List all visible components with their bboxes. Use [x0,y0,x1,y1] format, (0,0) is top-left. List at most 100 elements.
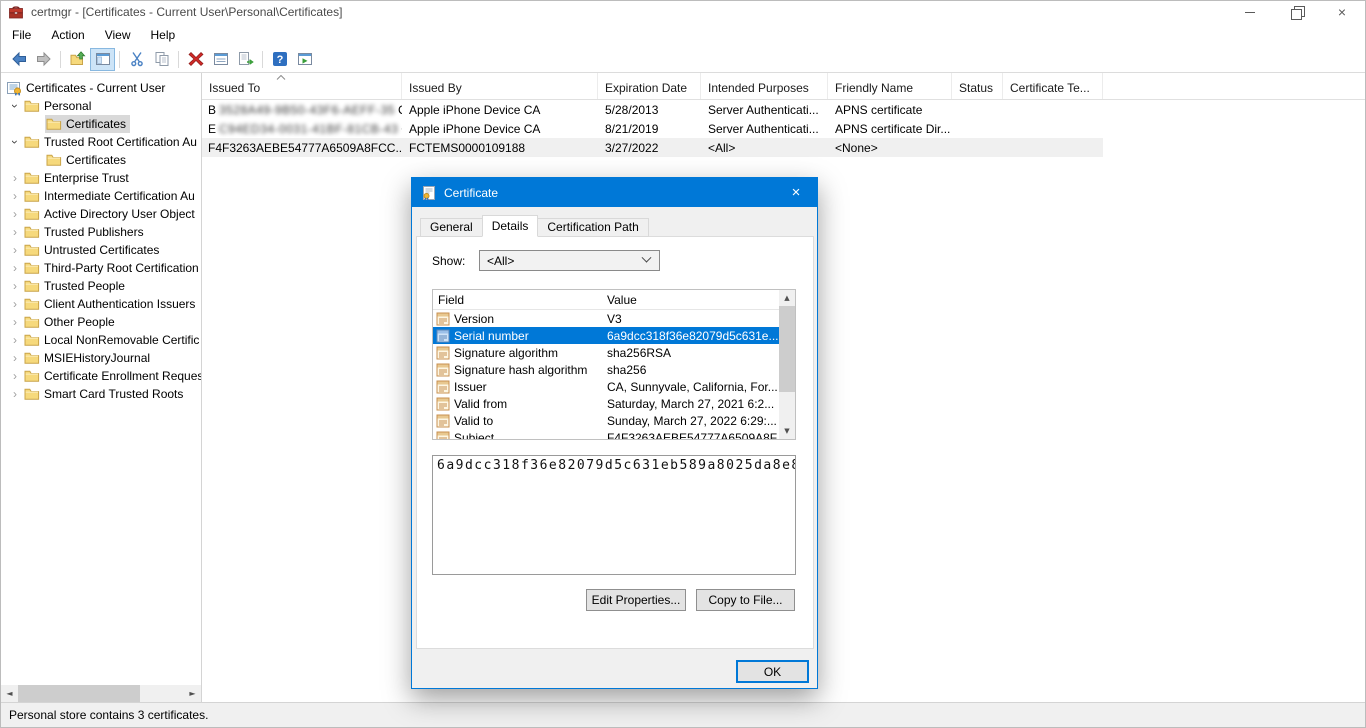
scroll-up-arrow-icon[interactable]: ▲ [779,290,795,306]
field-column-header[interactable]: Field [433,293,607,307]
window-title: certmgr - [Certificates - Current User\P… [31,5,342,19]
menu-action[interactable]: Action [49,25,94,45]
close-button[interactable]: × [1319,1,1365,23]
tab-details[interactable]: Details [482,215,539,237]
tree-item-intermediate-ca[interactable]: › Intermediate Certification Au [1,187,201,205]
menu-view[interactable]: View [103,25,141,45]
tree-item-ad-user-object[interactable]: › Active Directory User Object [1,205,201,223]
tree-item-enterprise-trust[interactable]: › Enterprise Trust [1,169,201,187]
delete-button[interactable] [183,48,208,71]
show-dropdown[interactable]: <All> [479,250,660,271]
tree-item-third-party-root[interactable]: › Third-Party Root Certification [1,259,201,277]
back-button[interactable] [6,48,31,71]
show-label: Show: [432,254,465,268]
grid-row-subject[interactable]: Subject F4F3263AEBE54777A6509A8F... [433,429,779,439]
cut-button[interactable] [124,48,149,71]
minimize-button[interactable] [1227,1,1273,23]
grid-row-serial-number-selected[interactable]: Serial number 6a9dcc318f36e82079d5c631e.… [433,327,779,344]
tree-item-local-nonremovable[interactable]: › Local NonRemovable Certific [1,331,201,349]
grid-row-issuer[interactable]: Issuer CA, Sunnyvale, California, For... [433,378,779,395]
export-list-button[interactable] [233,48,258,71]
chevron-collapsed-icon[interactable]: › [7,332,23,348]
tree-item-untrusted-certificates[interactable]: › Untrusted Certificates [1,241,201,259]
chevron-collapsed-icon[interactable]: › [7,278,23,294]
column-header-issued-by[interactable]: Issued By [402,73,598,99]
column-header-intended-purposes[interactable]: Intended Purposes [701,73,828,99]
tree-item-other-people[interactable]: › Other People [1,313,201,331]
copy-button[interactable] [149,48,174,71]
menu-help[interactable]: Help [149,25,186,45]
tree-item-personal-certificates[interactable]: Certificates [1,115,201,133]
grid-row-version[interactable]: Version V3 [433,310,779,327]
column-header-status[interactable]: Status [952,73,1003,99]
show-hide-console-tree-button[interactable] [90,48,115,71]
toolbar [1,46,1365,73]
tab-certification-path[interactable]: Certification Path [537,218,648,237]
new-window-button[interactable] [292,48,317,71]
scroll-left-arrow-icon[interactable]: ◄ [1,685,18,702]
scroll-right-arrow-icon[interactable]: ► [184,685,201,702]
tree-item-client-auth-issuers[interactable]: › Client Authentication Issuers [1,295,201,313]
menu-file[interactable]: File [10,25,41,45]
grid-row-valid-from[interactable]: Valid from Saturday, March 27, 2021 6:2.… [433,395,779,412]
chevron-collapsed-icon[interactable]: › [7,386,23,402]
grid-row-signature-hash-algorithm[interactable]: Signature hash algorithm sha256 [433,361,779,378]
grid-body: Version V3 Serial number 6a9dcc318f36e82… [433,310,779,439]
certificate-row-selected[interactable]: F4F3263AEBE54777A6509A8FCC... FCTEMS0000… [202,138,1103,157]
folder-icon [24,332,40,348]
tree-item-cert-enrollment-requests[interactable]: › Certificate Enrollment Reques [1,367,201,385]
chevron-collapsed-icon[interactable]: › [7,314,23,330]
grid-row-signature-algorithm[interactable]: Signature algorithm sha256RSA [433,344,779,361]
up-one-level-button[interactable] [65,48,90,71]
help-button[interactable] [267,48,292,71]
column-header-issued-to[interactable]: Issued To [202,73,402,99]
title-bar: certmgr - [Certificates - Current User\P… [1,1,1365,23]
value-column-header[interactable]: Value [607,293,795,307]
new-window-icon [297,51,313,67]
chevron-down-icon [642,253,652,263]
tree-item-trusted-root[interactable]: › Trusted Root Certification Au [1,133,201,151]
certificate-row[interactable]: B3528A49-9B50-43F6-AEFF-35C... Apple iPh… [202,100,1103,119]
status-text: Personal store contains 3 certificates. [9,708,208,722]
tree-item-trusted-publishers[interactable]: › Trusted Publishers [1,223,201,241]
chevron-collapsed-icon[interactable]: › [7,350,23,366]
chevron-expanded-icon[interactable]: › [7,98,23,114]
tree-item-msie-history-journal[interactable]: › MSIEHistoryJournal [1,349,201,367]
toolbar-separator [262,51,263,68]
tab-general[interactable]: General [420,218,483,237]
column-header-expiration-date[interactable]: Expiration Date [598,73,701,99]
chevron-expanded-icon[interactable]: › [7,134,23,150]
restore-button[interactable] [1273,1,1319,23]
column-header-certificate-template[interactable]: Certificate Te... [1003,73,1103,99]
chevron-collapsed-icon[interactable]: › [7,260,23,276]
chevron-collapsed-icon[interactable]: › [7,170,23,186]
tree-item-smart-card-trusted-roots[interactable]: › Smart Card Trusted Roots [1,385,201,403]
chevron-collapsed-icon[interactable]: › [7,206,23,222]
scrollbar-thumb[interactable] [779,306,795,392]
tree-item-personal[interactable]: › Personal [1,97,201,115]
edit-properties-button[interactable]: Edit Properties... [586,589,686,611]
folder-icon [24,170,40,186]
tree-item-trusted-root-certificates[interactable]: Certificates [1,151,201,169]
chevron-collapsed-icon[interactable]: › [7,368,23,384]
tree-item-certificates-current-user[interactable]: Certificates - Current User [1,79,201,97]
column-header-friendly-name[interactable]: Friendly Name [828,73,952,99]
chevron-collapsed-icon[interactable]: › [7,188,23,204]
scroll-down-arrow-icon[interactable]: ▼ [779,423,795,439]
ok-button[interactable]: OK [736,660,809,683]
scrollbar-thumb[interactable] [18,685,140,702]
tree-item-trusted-people[interactable]: › Trusted People [1,277,201,295]
grid-row-valid-to[interactable]: Valid to Sunday, March 27, 2022 6:29:... [433,412,779,429]
tree-horizontal-scrollbar[interactable]: ◄ ► [1,685,201,702]
grid-vertical-scrollbar[interactable]: ▲ ▼ [779,290,795,439]
certificate-row[interactable]: EC94ED34-0031-41BF-81CB-43C... Apple iPh… [202,119,1103,138]
status-bar: Personal store contains 3 certificates. [1,702,1365,727]
forward-button[interactable] [31,48,56,71]
serial-number-detail-text[interactable]: 6a9dcc318f36e82079d5c631eb589a8025da8e80 [432,455,796,575]
chevron-collapsed-icon[interactable]: › [7,224,23,240]
copy-to-file-button[interactable]: Copy to File... [696,589,795,611]
chevron-collapsed-icon[interactable]: › [7,296,23,312]
properties-button[interactable] [208,48,233,71]
dialog-close-button[interactable]: × [775,178,817,207]
chevron-collapsed-icon[interactable]: › [7,242,23,258]
